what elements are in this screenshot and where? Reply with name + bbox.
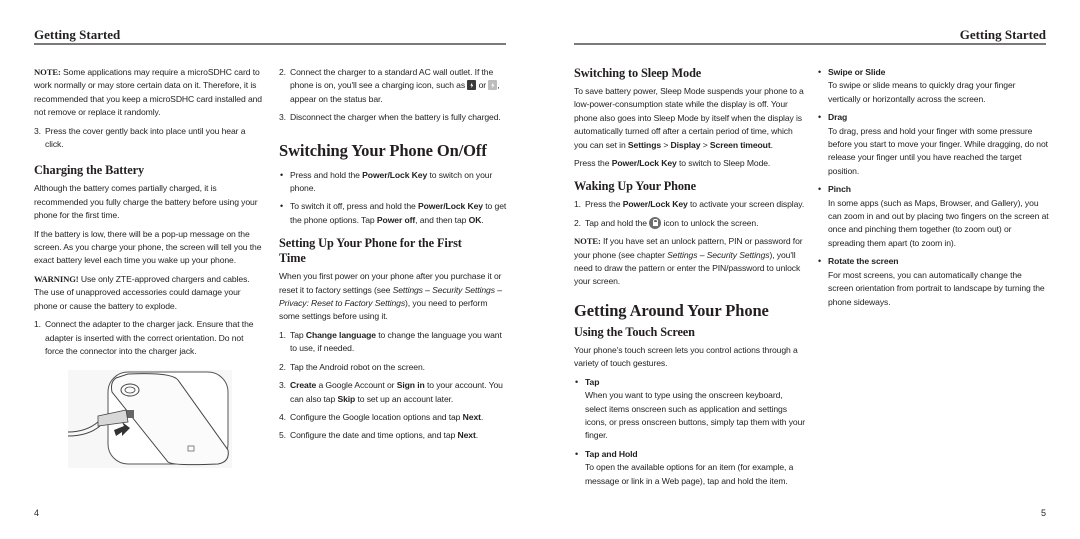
list-item: 3. Create a Google Account or Sign in to …: [279, 380, 503, 404]
unlock-icon: [649, 216, 662, 229]
section-heading: Setting Up Your Phone for the First Time: [279, 236, 462, 266]
bullet-item: • Press and hold the Power/Lock Key to sw…: [280, 169, 493, 194]
section-heading: Charging the Battery: [34, 163, 145, 178]
left-page: Getting Started NOTE: Some applications …: [0, 0, 540, 539]
bullet-item: • To switch it off, press and hold the Po…: [280, 201, 507, 225]
page-number: 4: [34, 508, 40, 518]
section-heading: Using the Touch Screen: [574, 324, 695, 339]
paragraph: To save battery power, Sleep Mode suspen…: [574, 86, 804, 150]
note-paragraph: NOTE: Some applications may require a mi…: [34, 67, 262, 118]
running-header: Getting Started: [959, 27, 1046, 42]
bullet-item: • Rotate the screen For most screens, you …: [818, 256, 1045, 307]
bullet-item: • Drag To drag, press and hold your finger…: [818, 112, 1048, 176]
left-column-1: NOTE: Some applications may require a mi…: [34, 66, 262, 363]
section-heading: Switching to Sleep Mode: [574, 66, 702, 80]
section-heading-large: Switching Your Phone On/Off: [279, 140, 487, 160]
list-item: 2. Connect the charger to a standard AC w…: [279, 67, 500, 104]
list-item: 5. Configure the date and time options, a…: [279, 430, 479, 441]
list-item: 2. Tap the Android robot on the screen.: [279, 361, 425, 372]
paragraph: When you first power on your phone after…: [279, 271, 502, 322]
list-item: 2. Tap and hold the icon to unlock the sc…: [574, 216, 759, 229]
bullet-item: • Swipe or Slide To swipe or slide means t…: [818, 67, 1016, 104]
list-item: 1. Tap Change language to change the lang…: [279, 329, 502, 354]
list-item: 1. Press the Power/Lock Key to activate y…: [574, 199, 805, 210]
phone-illustration-svg: [67, 371, 229, 466]
list-item: 3. Press the cover gently back into place…: [34, 125, 246, 150]
list-item: 3. Disconnect the charger when the batter…: [279, 112, 501, 123]
left-column-2: 2. Connect the charger to a standard AC w…: [279, 66, 509, 448]
bullet-item: • Tap When you want to type using the onsc…: [575, 376, 806, 441]
section-heading-large: Getting Around Your Phone: [574, 300, 769, 320]
bullet-item: • Pinch In some apps (such as Maps, Browse…: [818, 184, 1049, 248]
battery-charging-dark-icon: [467, 80, 477, 91]
list-item: 4. Configure the Google location options …: [279, 411, 484, 422]
battery-charging-light-icon: [488, 80, 498, 91]
warning-paragraph: WARNING! Use only ZTE-approved chargers …: [34, 273, 250, 311]
right-page: Getting Started Switching to Sleep Mode …: [540, 0, 1080, 539]
phone-charging-illustration: [67, 370, 232, 468]
right-column-2: • Swipe or Slide To swipe or slide means t…: [817, 66, 1049, 314]
paragraph: If the battery is low, there will be a p…: [34, 228, 262, 266]
right-column-1: Switching to Sleep Mode To save battery …: [574, 66, 806, 493]
running-header: Getting Started: [34, 27, 121, 42]
page-number: 5: [1040, 508, 1046, 518]
paragraph: Press the Power/Lock Key to switch to Sl…: [574, 158, 771, 169]
list-item: 1. Connect the adapter to the charger jac…: [34, 319, 254, 356]
section-heading: Waking Up Your Phone: [574, 179, 697, 194]
bullet-item: • Tap and Hold To open the available optio…: [575, 448, 794, 486]
note-paragraph: NOTE: If you have set an unlock pattern,…: [574, 236, 803, 287]
header-rule: [574, 43, 1046, 45]
paragraph: Your phone's touch screen lets you contr…: [574, 344, 798, 369]
paragraph: Although the battery comes partially cha…: [34, 183, 258, 221]
header-rule: [34, 43, 506, 45]
